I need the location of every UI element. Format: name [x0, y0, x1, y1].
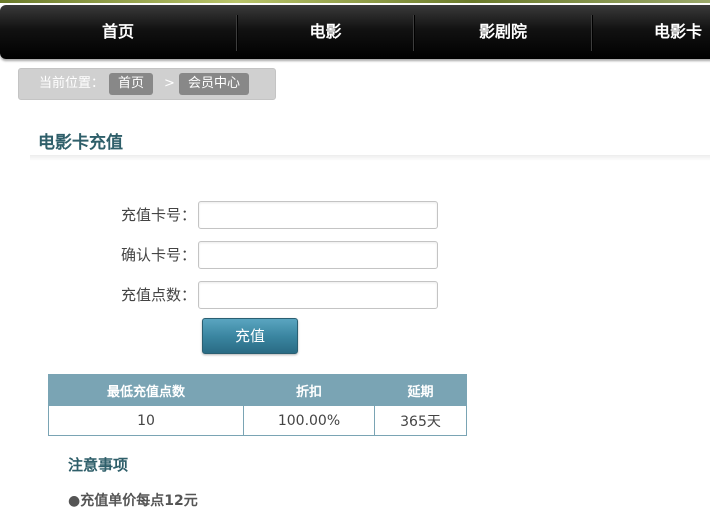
notes-title: 注意事项: [68, 456, 129, 474]
breadcrumb-label: 当前位置：: [39, 76, 105, 91]
table-row: 10 100.00% 365天: [48, 405, 467, 436]
table-header-discount: 折扣: [243, 374, 375, 406]
main-nav: 首页 电影 影剧院 电影卡: [0, 5, 710, 59]
confirm-card-number-label: 确认卡号：: [120, 246, 196, 264]
nav-item-movies[interactable]: 电影: [238, 5, 413, 59]
points-input[interactable]: [198, 281, 438, 309]
breadcrumb-home-link[interactable]: 首页: [109, 73, 154, 95]
nav-item-home[interactable]: 首页: [0, 5, 236, 59]
nav-item-theaters[interactable]: 影剧院: [415, 5, 591, 59]
confirm-card-number-input[interactable]: [198, 241, 438, 269]
recharge-button[interactable]: 充值: [202, 318, 298, 354]
table-header-min-points: 最低充值点数: [48, 374, 244, 406]
table-cell-discount: 100.00%: [243, 405, 375, 436]
card-number-label: 充值卡号：: [120, 206, 196, 224]
breadcrumb: 当前位置： 首页 > 会员中心: [18, 68, 276, 100]
nav-item-movie-card[interactable]: 电影卡: [593, 5, 710, 59]
table-header-extension: 延期: [374, 374, 467, 406]
points-label: 充值点数：: [120, 286, 196, 304]
breadcrumb-member-center-link[interactable]: 会员中心: [179, 73, 250, 95]
breadcrumb-separator: >: [164, 76, 175, 91]
card-number-input[interactable]: [198, 201, 438, 229]
table-cell-extension: 365天: [374, 405, 467, 436]
title-divider: [30, 155, 710, 161]
table-cell-min-points: 10: [48, 405, 244, 436]
note-item: ●充值单价每点12元: [68, 493, 198, 509]
top-decor-strip: [0, 0, 710, 3]
page-title: 电影卡充值: [38, 133, 123, 153]
recharge-info-table: 最低充值点数 折扣 延期 10 100.00% 365天: [48, 374, 467, 436]
